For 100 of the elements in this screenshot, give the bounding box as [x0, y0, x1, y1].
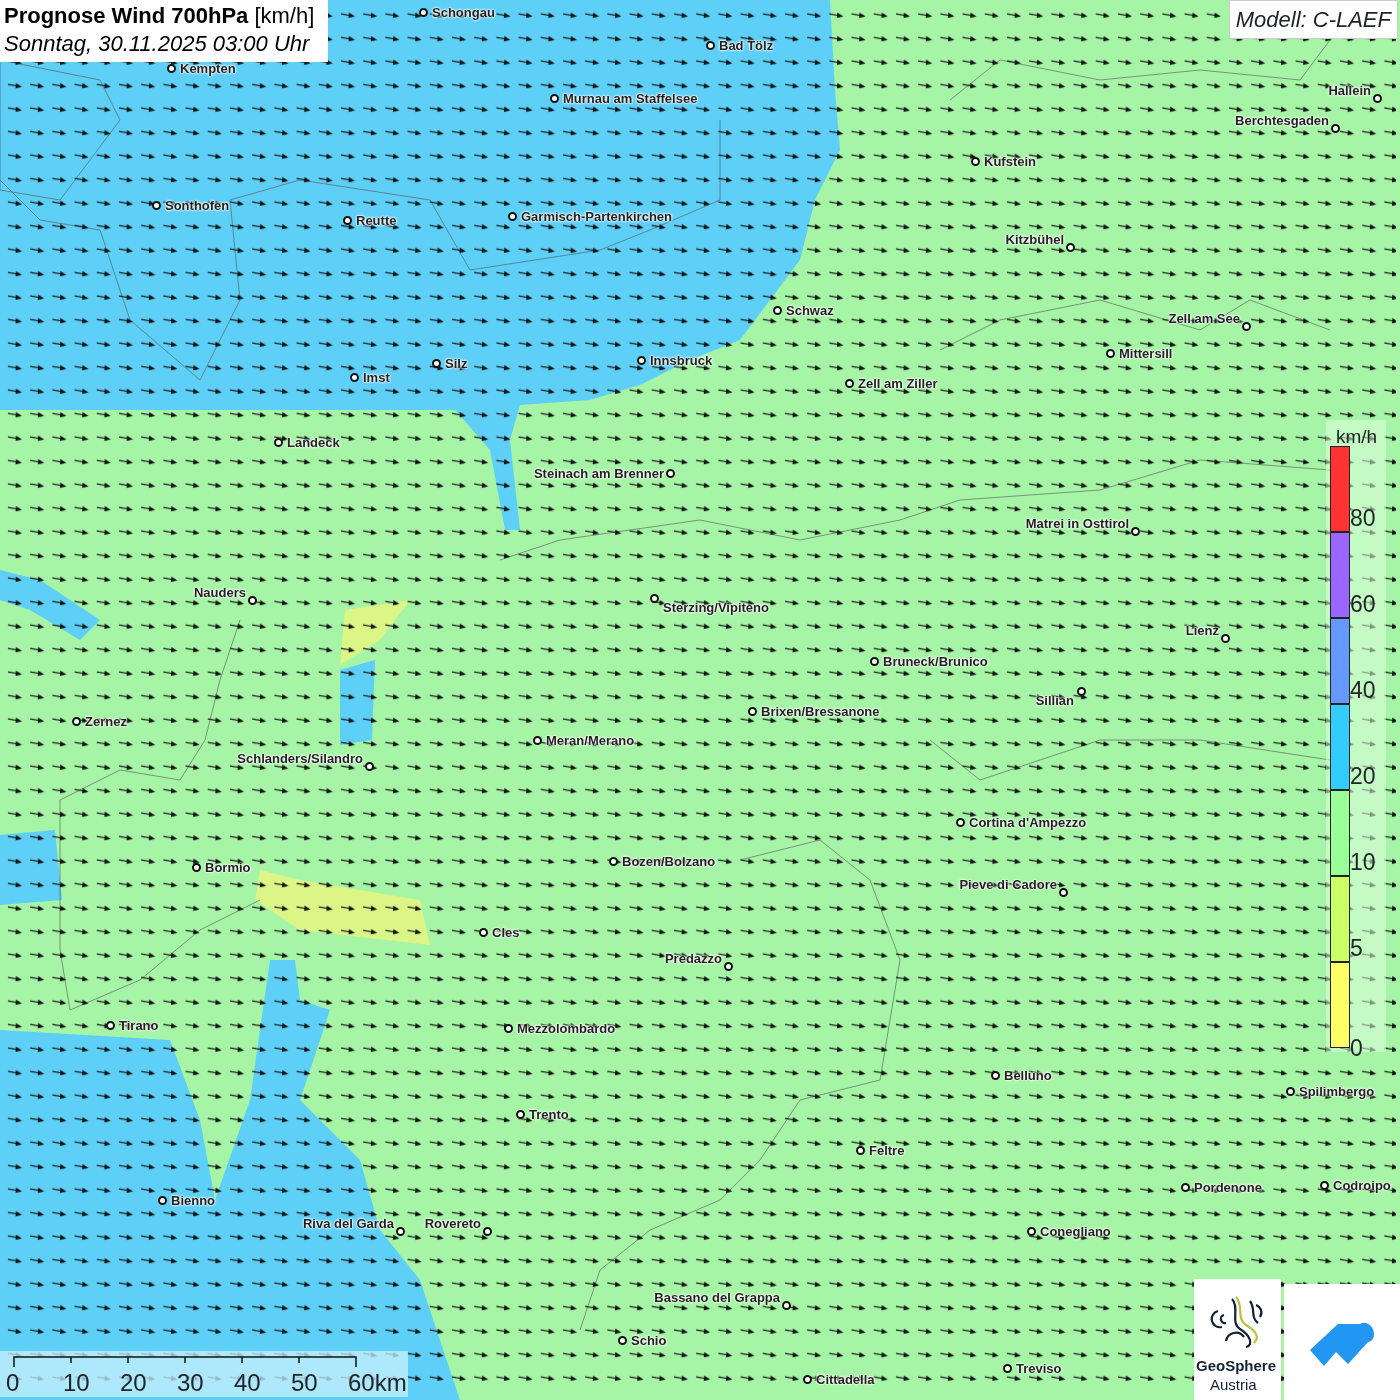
city-label: Garmisch-Partenkirchen [521, 209, 672, 224]
city-label: Bassano del Grappa [654, 1290, 780, 1305]
cloud-arrow-icon [1310, 1320, 1376, 1368]
city-label: Rovereto [424, 1216, 481, 1231]
city-marker-icon [1331, 124, 1340, 133]
city-label: Landeck [287, 435, 340, 450]
city-label: Sillian [1035, 693, 1074, 708]
logo-country: Austria [1210, 1375, 1257, 1395]
city-label: Treviso [1016, 1361, 1062, 1376]
city-label: Steinach am Brenner [533, 466, 664, 481]
city-marker-icon [724, 962, 733, 971]
city-label: Belluno [1004, 1068, 1052, 1083]
city-label: Predazzo [664, 951, 722, 966]
legend-label: 60 [1350, 592, 1376, 616]
city-label: Bienno [171, 1193, 216, 1208]
city-marker-icon [483, 1227, 492, 1236]
city-label: Sterzing/Vipiteno [663, 600, 769, 615]
city-marker-icon [1059, 888, 1068, 897]
city-marker-icon [192, 863, 201, 872]
legend-label: 80 [1350, 506, 1376, 530]
city-label: Bruneck/Brunico [883, 654, 988, 669]
city-label: Silz [445, 356, 468, 371]
city-marker-icon [1106, 349, 1115, 358]
city-label: Bad Tölz [719, 38, 774, 53]
city-marker-icon [803, 1375, 812, 1384]
city-marker-icon [504, 1024, 513, 1033]
city-marker-icon [106, 1021, 115, 1030]
city-marker-icon [748, 707, 757, 716]
city-label: Mittersill [1119, 346, 1173, 361]
city-label: Schio [631, 1333, 667, 1348]
city-label: Lienz [1185, 623, 1219, 638]
city-label: Cittadella [816, 1372, 875, 1387]
city-marker-icon [666, 469, 675, 478]
city-marker-icon [343, 216, 352, 225]
city-marker-icon [167, 64, 176, 73]
city-marker-icon [72, 717, 81, 726]
city-marker-icon [479, 928, 488, 937]
city-label: Innsbruck [650, 353, 713, 368]
city-label: Brixen/Bressanone [761, 704, 880, 719]
scale-label: 0 [6, 1369, 20, 1397]
city-label: Spilimbergo [1299, 1084, 1375, 1099]
city-label: Kufstein [984, 154, 1036, 169]
city-label: Berchtesgaden [1235, 113, 1329, 128]
city-label: Codroipo [1333, 1178, 1391, 1193]
forecast-time: Sonntag, 30.11.2025 03:00 Uhr [4, 30, 311, 58]
city-label: Sonthofen [165, 198, 230, 213]
city-marker-icon [782, 1301, 791, 1310]
city-label: Schongau [432, 5, 495, 20]
city-marker-icon [1027, 1227, 1036, 1236]
city-label: Riva del Garda [302, 1216, 394, 1231]
scale-label: 10 [63, 1369, 90, 1397]
model-label: Modell: C-LAEF [1228, 0, 1398, 39]
city-marker-icon [1077, 687, 1086, 696]
city-marker-icon [956, 818, 965, 827]
city-marker-icon [1373, 94, 1382, 103]
city-label: Schwaz [786, 303, 834, 318]
scale-label: 20 [120, 1369, 147, 1397]
city-label: Kitzbühel [1005, 232, 1064, 247]
city-label: Pordenone [1194, 1180, 1262, 1195]
map-title: Prognose Wind 700hPa [km/h] [4, 2, 315, 30]
city-label: Imst [363, 370, 390, 385]
city-marker-icon [618, 1336, 627, 1345]
scale-label: 40 [234, 1369, 261, 1397]
city-label: Meran/Merano [546, 733, 635, 748]
city-marker-icon [1286, 1087, 1295, 1096]
city-marker-icon [550, 94, 559, 103]
scale-label: 30 [177, 1369, 204, 1397]
city-label: Mezzolombardo [517, 1021, 616, 1036]
city-marker-icon [396, 1227, 405, 1236]
city-marker-icon [609, 857, 618, 866]
city-marker-icon [1242, 322, 1251, 331]
city-label: Zell am Ziller [858, 376, 938, 391]
city-marker-icon [432, 359, 441, 368]
city-marker-icon [991, 1071, 1000, 1080]
city-label: Reutte [356, 213, 397, 228]
city-marker-icon [1066, 243, 1075, 252]
legend-label: 5 [1350, 936, 1363, 960]
scale-label: 50 [291, 1369, 318, 1397]
city-label: Cles [492, 925, 520, 940]
city-marker-icon [637, 356, 646, 365]
city-label: Zernez [85, 714, 127, 729]
scale-label: 60km [348, 1369, 407, 1397]
city-label: Hallein [1328, 83, 1371, 98]
city-label: Schlanders/Silandro [237, 751, 363, 766]
city-marker-icon [365, 762, 374, 771]
legend-label: 40 [1350, 678, 1376, 702]
city-label: Kempten [180, 61, 236, 76]
legend-label: 0 [1350, 1036, 1363, 1060]
city-label: Matrei in Osttirol [1025, 516, 1129, 531]
city-marker-icon [152, 201, 161, 210]
city-label: Cortina d'Ampezzo [969, 815, 1087, 830]
city-label: Feltre [869, 1143, 905, 1158]
city-marker-icon [773, 306, 782, 315]
legend-label: 10 [1350, 850, 1376, 874]
city-marker-icon [248, 596, 257, 605]
city-label: Trento [529, 1107, 569, 1122]
city-marker-icon [419, 8, 428, 17]
city-label: Bormio [205, 860, 251, 875]
city-marker-icon [516, 1110, 525, 1119]
city-marker-icon [1181, 1183, 1190, 1192]
